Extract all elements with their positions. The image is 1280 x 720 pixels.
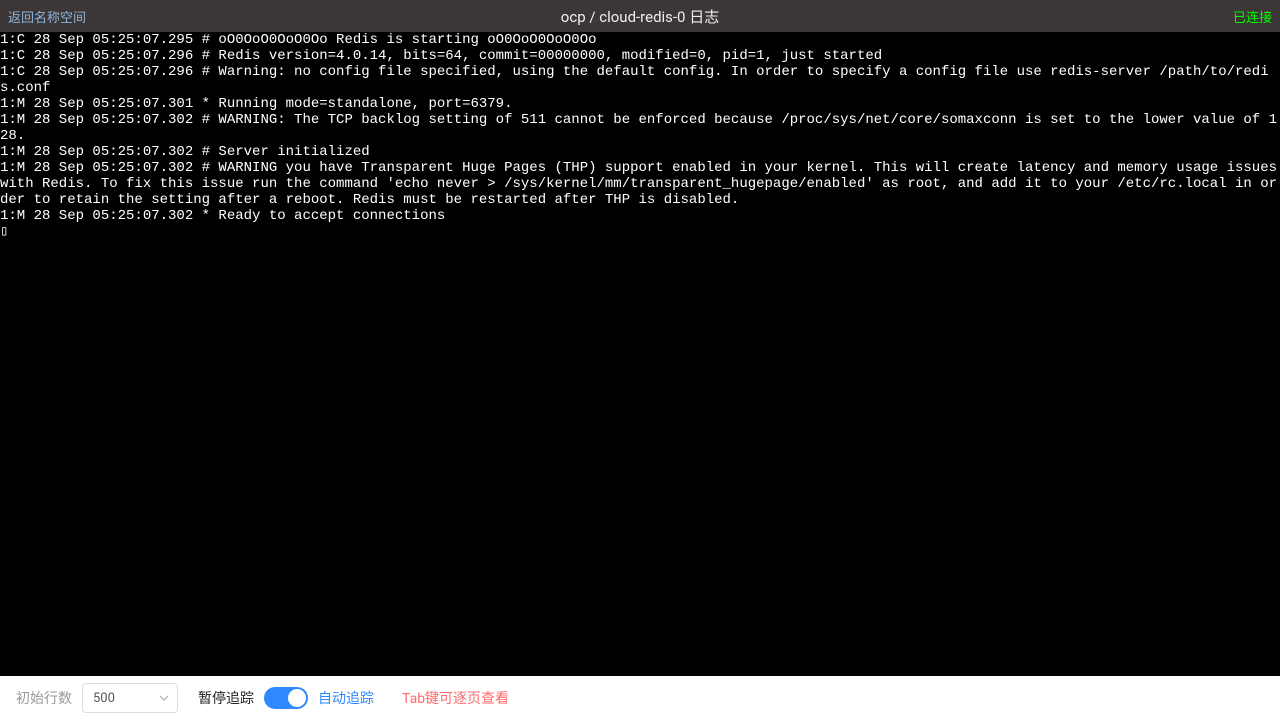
back-to-namespace-link[interactable]: 返回名称空间 <box>8 7 86 26</box>
pause-tail-label: 暂停追踪 <box>198 688 254 708</box>
log-output[interactable]: 1:C 28 Sep 05:25:07.295 # oO0OoO0OoO0Oo … <box>0 32 1280 676</box>
page-title: ocp / cloud-redis-0 日志 <box>561 6 719 27</box>
connection-status: 已连接 <box>1233 7 1272 26</box>
log-header: 返回名称空间 ocp / cloud-redis-0 日志 已连接 <box>0 0 1280 32</box>
tab-hint: Tab键可逐页查看 <box>402 688 509 708</box>
auto-tail-label: 自动追踪 <box>318 688 374 708</box>
toggle-knob <box>288 689 306 707</box>
auto-tail-toggle[interactable] <box>264 687 308 709</box>
log-footer: 初始行数 500 暂停追踪 自动追踪 Tab键可逐页查看 <box>0 676 1280 720</box>
initial-lines-value: 500 <box>93 691 115 706</box>
chevron-down-icon <box>159 693 169 704</box>
initial-lines-label: 初始行数 <box>16 688 72 708</box>
initial-lines-select[interactable]: 500 <box>82 683 178 713</box>
